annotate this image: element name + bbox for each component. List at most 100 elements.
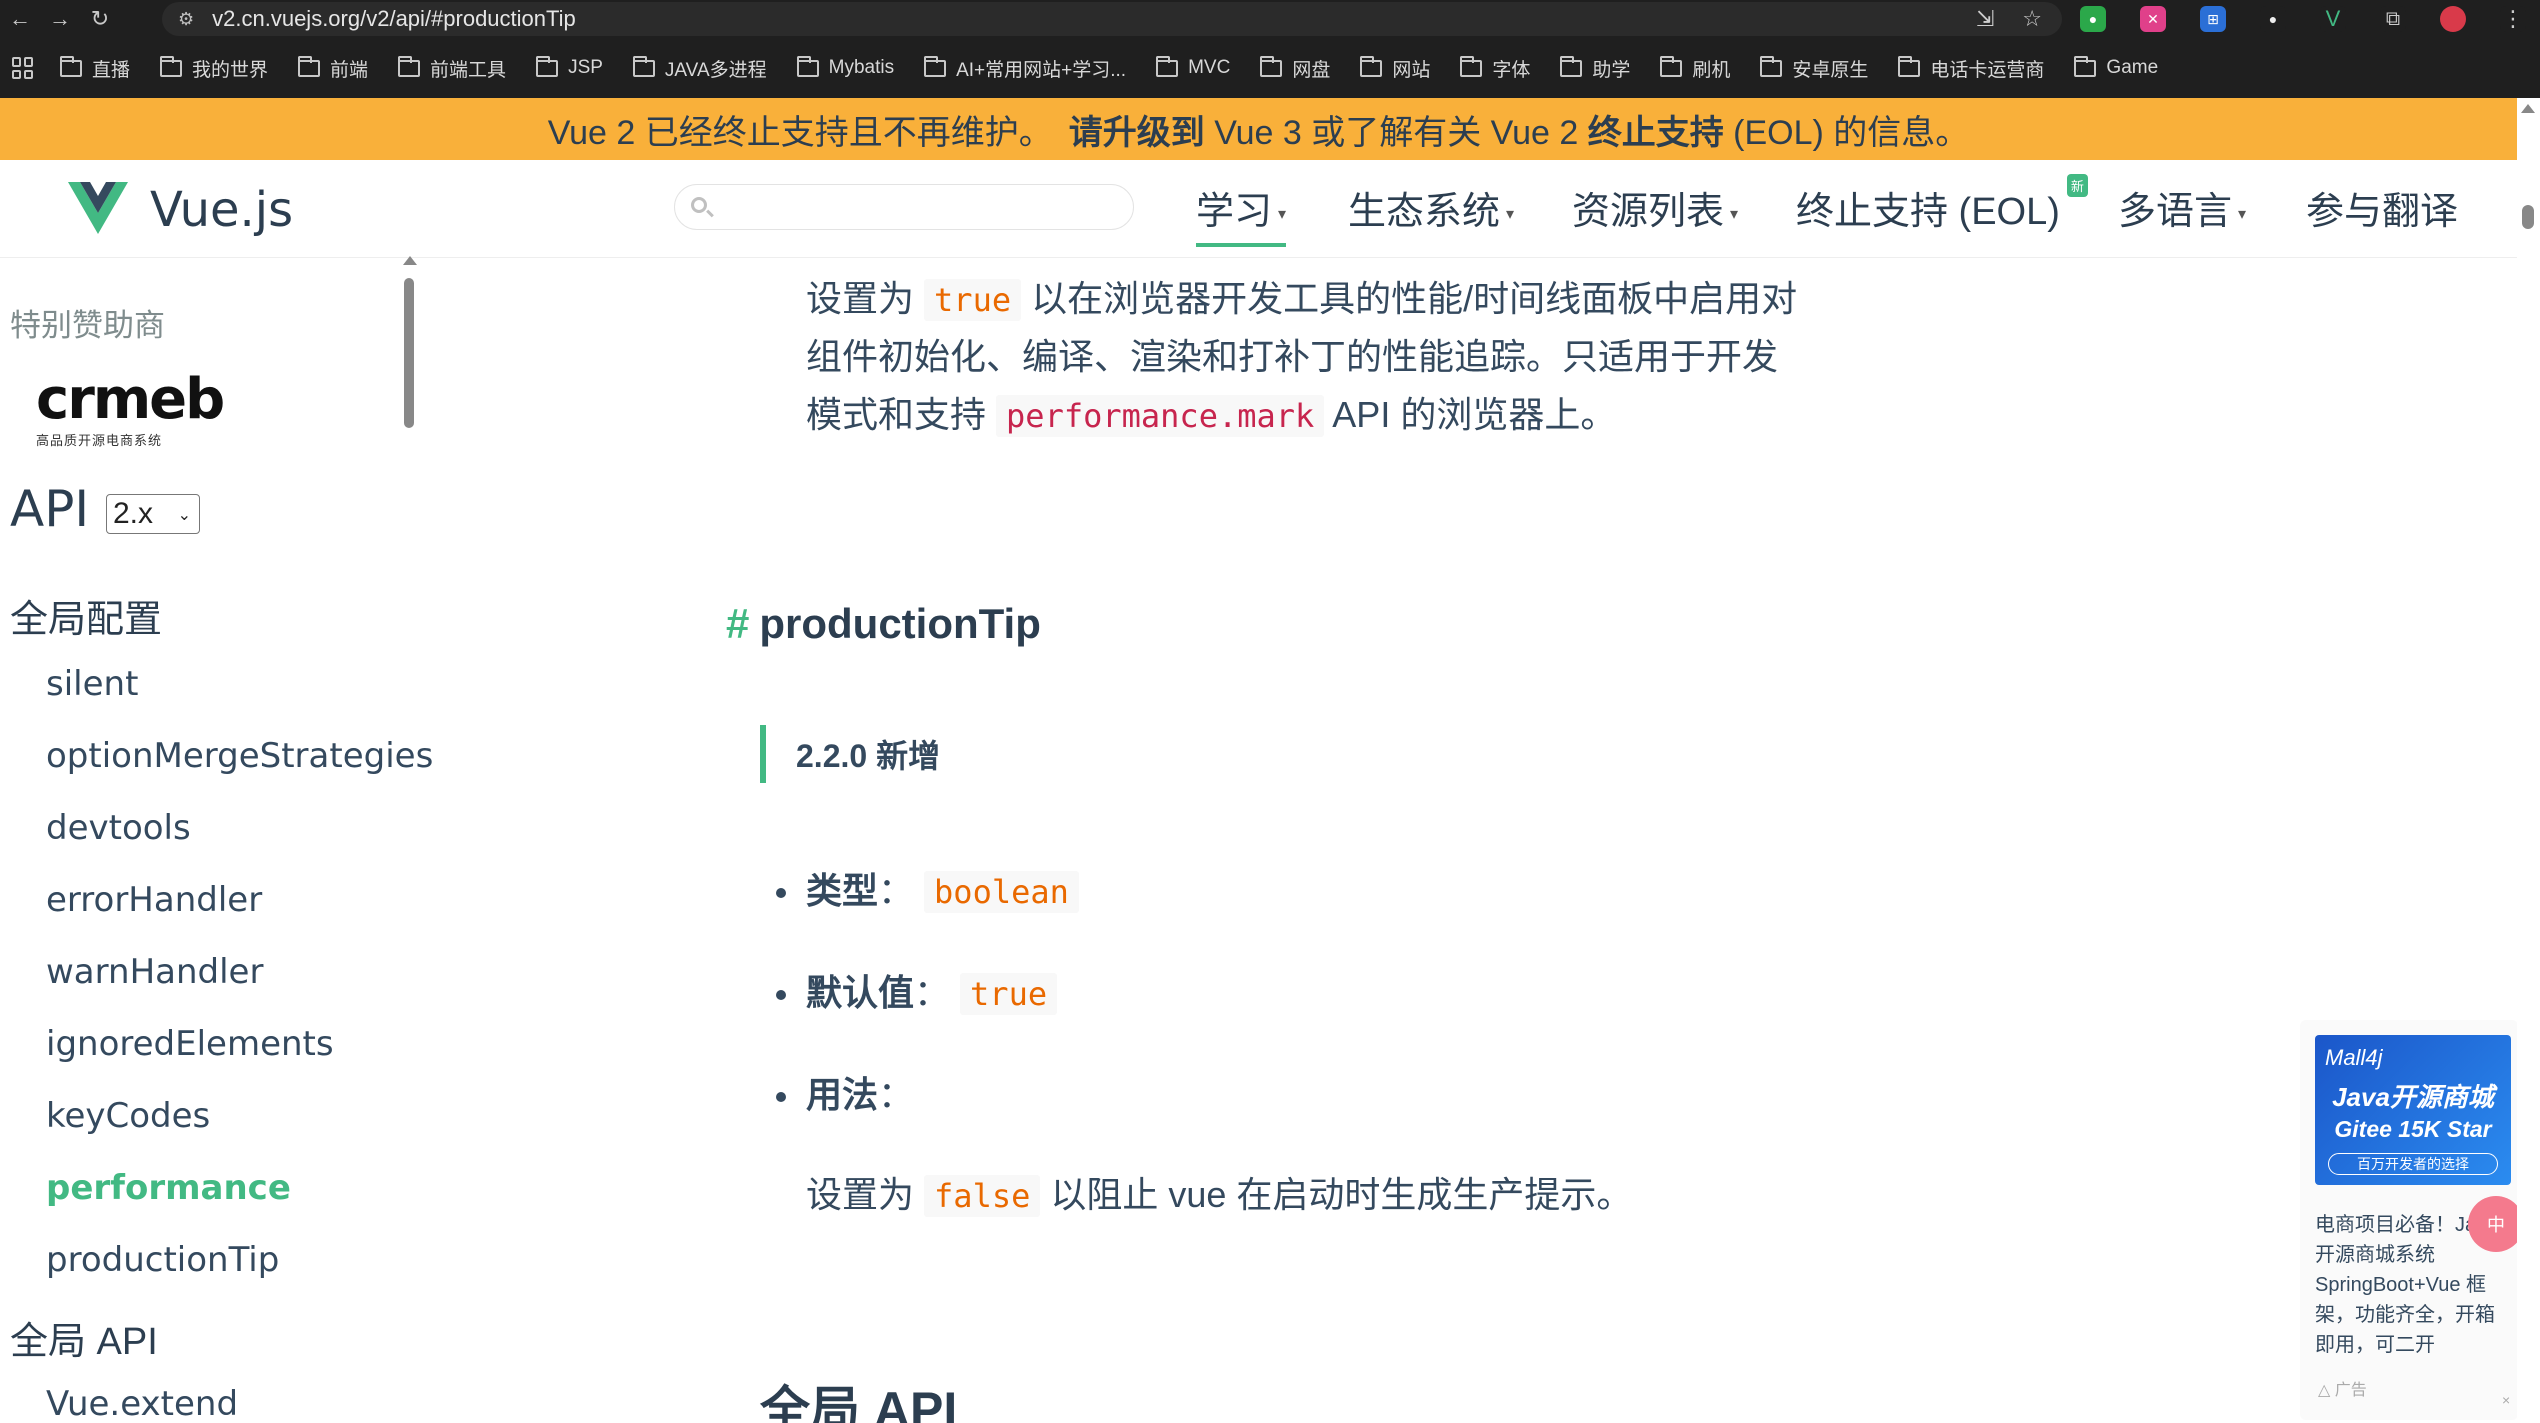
bookmark-folder[interactable]: 前端 <box>298 55 368 82</box>
bullet <box>776 1092 786 1103</box>
search-box[interactable] <box>674 184 1134 230</box>
caret-down-icon: ▾ <box>1506 205 1515 223</box>
nav-translate[interactable]: 参与翻译 <box>2306 180 2458 235</box>
nav-learn[interactable]: 学习 ▾ <box>1196 180 1287 247</box>
bookmark-folder[interactable]: JAVA多进程 <box>632 55 767 82</box>
sidebar-item-productiontip[interactable]: productionTip <box>46 1240 279 1280</box>
folder-icon <box>398 55 421 77</box>
bookmark-folder[interactable]: Mybatis <box>796 55 894 79</box>
site-settings-icon[interactable]: ⚙ <box>178 9 194 30</box>
page-scrollbar-thumb[interactable] <box>2522 205 2534 229</box>
folder-icon <box>1760 55 1783 77</box>
bookmark-folder[interactable]: 助学 <box>1560 55 1630 82</box>
sponsor-label: 特别赞助商 <box>10 308 165 343</box>
heading-anchor-link[interactable]: # <box>726 600 749 647</box>
forward-icon[interactable]: → <box>40 0 80 38</box>
code-boolean: boolean <box>924 871 1079 913</box>
sidebar-item-performance[interactable]: performance <box>46 1168 291 1208</box>
version-select[interactable]: 2.x ⌄ <box>106 494 200 534</box>
apps-grid-icon[interactable] <box>12 57 34 79</box>
install-icon[interactable]: ⇲ <box>1976 6 1994 32</box>
bookmark-folder[interactable]: Game <box>2074 55 2158 79</box>
folder-icon <box>160 55 183 77</box>
nav-eol[interactable]: 终止支持 (EOL) 新 <box>1796 174 2088 235</box>
site-logo-text[interactable]: Vue.js <box>150 182 293 238</box>
search-input[interactable] <box>719 193 1119 223</box>
floating-translate-icon[interactable]: 中 <box>2468 1196 2524 1252</box>
bookmark-star-icon[interactable]: ☆ <box>2022 6 2042 32</box>
bookmark-folder[interactable]: 直播 <box>60 55 130 82</box>
bookmark-folder[interactable]: 电话卡运营商 <box>1898 55 2044 82</box>
extension-icon[interactable]: ● <box>2260 6 2286 32</box>
bookmark-folder[interactable]: JSP <box>536 55 603 79</box>
puzzle-icon[interactable]: ⧉ <box>2380 6 2406 32</box>
profile-avatar-icon[interactable] <box>2440 6 2466 32</box>
folder-icon <box>924 55 947 77</box>
sidebar-item-warnhandler[interactable]: warnHandler <box>46 952 263 992</box>
extension-icon[interactable]: ⊞ <box>2200 6 2226 32</box>
new-badge: 新 <box>2066 174 2088 197</box>
code-performance-mark: performance.mark <box>996 395 1325 437</box>
folder-icon <box>536 55 559 77</box>
caret-down-icon: ▾ <box>1278 205 1287 223</box>
folder-icon <box>1260 55 1283 77</box>
bookmarks-bar: 直播 我的世界 前端 前端工具 JSP JAVA多进程 Mybatis AI+常… <box>0 38 2540 98</box>
ad-image[interactable]: Mall4j Java开源商城 Gitee 15K Star 百万开发者的选择 <box>2315 1035 2511 1185</box>
ad-label: △ 广告 <box>2318 1382 2367 1399</box>
bookmark-folder[interactable]: 我的世界 <box>160 55 268 82</box>
folder-icon <box>632 55 655 77</box>
folder-icon <box>2074 55 2097 77</box>
banner-eol-link[interactable]: 终止支持 <box>1588 105 1724 154</box>
bookmark-folder[interactable]: MVC <box>1156 55 1230 79</box>
nav-languages[interactable]: 多语言 ▾ <box>2118 180 2246 235</box>
bookmark-folder[interactable]: 字体 <box>1460 55 1530 82</box>
folder-icon <box>1898 55 1921 77</box>
sidebar-item-optionmergestrategies[interactable]: optionMergeStrategies <box>46 736 433 776</box>
sidebar-section-global-api[interactable]: 全局 API <box>10 1310 158 1365</box>
banner-upgrade-link[interactable]: 请升级到 <box>1069 105 1205 154</box>
bookmark-folder[interactable]: 安卓原生 <box>1760 55 1868 82</box>
back-icon[interactable]: ← <box>0 0 40 38</box>
folder-icon <box>60 55 82 77</box>
address-bar[interactable]: ⚙ v2.cn.vuejs.org/v2/api/#productionTip … <box>162 2 2062 36</box>
list-item-default: 默认值： true <box>776 964 1058 1016</box>
sidebar-scrollbar-thumb[interactable] <box>404 278 414 428</box>
ad-close-icon[interactable]: × <box>2502 1392 2510 1408</box>
usage-description: 设置为 false 以阻止 vue 在启动时生成生产提示。 <box>806 1174 1633 1217</box>
folder-icon <box>1660 55 1683 77</box>
scroll-up-arrow-icon[interactable] <box>403 256 417 265</box>
bookmark-folder[interactable]: 前端工具 <box>398 55 506 82</box>
extension-icon[interactable]: ● <box>2080 6 2106 32</box>
folder-icon <box>1460 55 1483 77</box>
url-text[interactable]: v2.cn.vuejs.org/v2/api/#productionTip <box>212 6 576 32</box>
search-icon <box>691 197 707 213</box>
sidebar-section-global-config[interactable]: 全局配置 <box>10 588 162 643</box>
sidebar-item-keycodes[interactable]: keyCodes <box>46 1096 210 1136</box>
sidebar-item-ignoredelements[interactable]: ignoredElements <box>46 1024 334 1064</box>
bullet <box>776 888 786 899</box>
performance-description-line: 模式和支持 performance.mark API 的浏览器上。 <box>806 394 1617 437</box>
vue-devtools-icon[interactable]: V <box>2320 6 2346 32</box>
sponsor-logo[interactable]: crmeb 高品质开源电商系统 <box>36 372 225 449</box>
bookmark-folder[interactable]: 网站 <box>1360 55 1430 82</box>
nav-resources[interactable]: 资源列表 ▾ <box>1572 180 1738 235</box>
folder-icon <box>796 55 819 77</box>
nav-ecosystem[interactable]: 生态系统 ▾ <box>1348 180 1514 235</box>
sidebar-item-silent[interactable]: silent <box>46 664 138 704</box>
page-scroll-up-icon[interactable] <box>2521 104 2535 113</box>
sidebar-item-errorhandler[interactable]: errorHandler <box>46 880 262 920</box>
code-true: true <box>960 973 1058 1015</box>
extension-icon[interactable]: ✕ <box>2140 6 2166 32</box>
sidebar-item-devtools[interactable]: devtools <box>46 808 191 848</box>
sidebar-item-vue-extend[interactable]: Vue.extend <box>46 1384 238 1423</box>
bookmark-folder[interactable]: 网盘 <box>1260 55 1330 82</box>
heading-productiontip: # productionTip <box>726 600 1041 647</box>
menu-icon[interactable]: ⋮ <box>2500 6 2526 32</box>
bookmark-folder[interactable]: 刷机 <box>1660 55 1730 82</box>
eol-banner: Vue 2 已经终止支持且不再维护。 请升级到 Vue 3 或了解有关 Vue … <box>0 98 2517 160</box>
reload-icon[interactable]: ↻ <box>80 0 120 38</box>
page-scrollbar[interactable] <box>2517 98 2540 1423</box>
vue-logo-icon[interactable] <box>68 182 128 239</box>
bookmark-folder[interactable]: AI+常用网站+学习... <box>924 55 1126 82</box>
folder-icon <box>1360 55 1383 77</box>
